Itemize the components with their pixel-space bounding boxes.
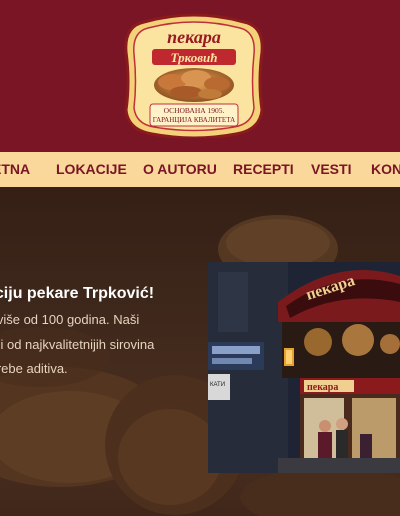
nav-item-o-nama[interactable]: ETNA xyxy=(0,152,30,187)
logo-tagline2: ГАРАНЦИЈА КВАЛИТЕТА xyxy=(153,116,235,124)
site-header: пекара Трковић ОСНОВАНА 1905. ГАРАНЦИЈА … xyxy=(0,0,400,152)
bakery-storefront-photo: КАТИ пекара пекара xyxy=(208,262,400,473)
hero-text-line1: n više od 100 godina. Naši xyxy=(0,312,140,327)
street-sign-text: КАТИ xyxy=(210,382,225,388)
nav-item-lokacije[interactable]: LOKACIJE xyxy=(56,152,127,187)
nav-item-vesti[interactable]: VESTI xyxy=(311,152,351,187)
hero-text-line2: eni od najkvalitetnijih sirovina xyxy=(0,337,155,352)
nav-item-o-autoru[interactable]: O AUTORU xyxy=(143,152,217,187)
hero-text-line3: otrebe aditiva. xyxy=(0,361,68,376)
nav-item-recepti[interactable]: RECEPTI xyxy=(233,152,294,187)
logo-tagline1: ОСНОВАНА 1905. xyxy=(164,106,225,115)
logo-text-line2: Трковић xyxy=(171,50,218,65)
nav-item-kontakt[interactable]: KON xyxy=(371,152,400,187)
bakery-logo[interactable]: пекара Трковић ОСНОВАНА 1905. ГАРАНЦИЈА … xyxy=(124,12,264,138)
sign-mid-text: пекара xyxy=(307,382,338,393)
hero-title: aciju pekare Trpković! xyxy=(0,285,155,302)
logo-text-line1: пекара xyxy=(167,27,221,47)
main-nav: ETNA LOKACIJE O AUTORU RECEPTI VESTI KON xyxy=(0,152,400,187)
